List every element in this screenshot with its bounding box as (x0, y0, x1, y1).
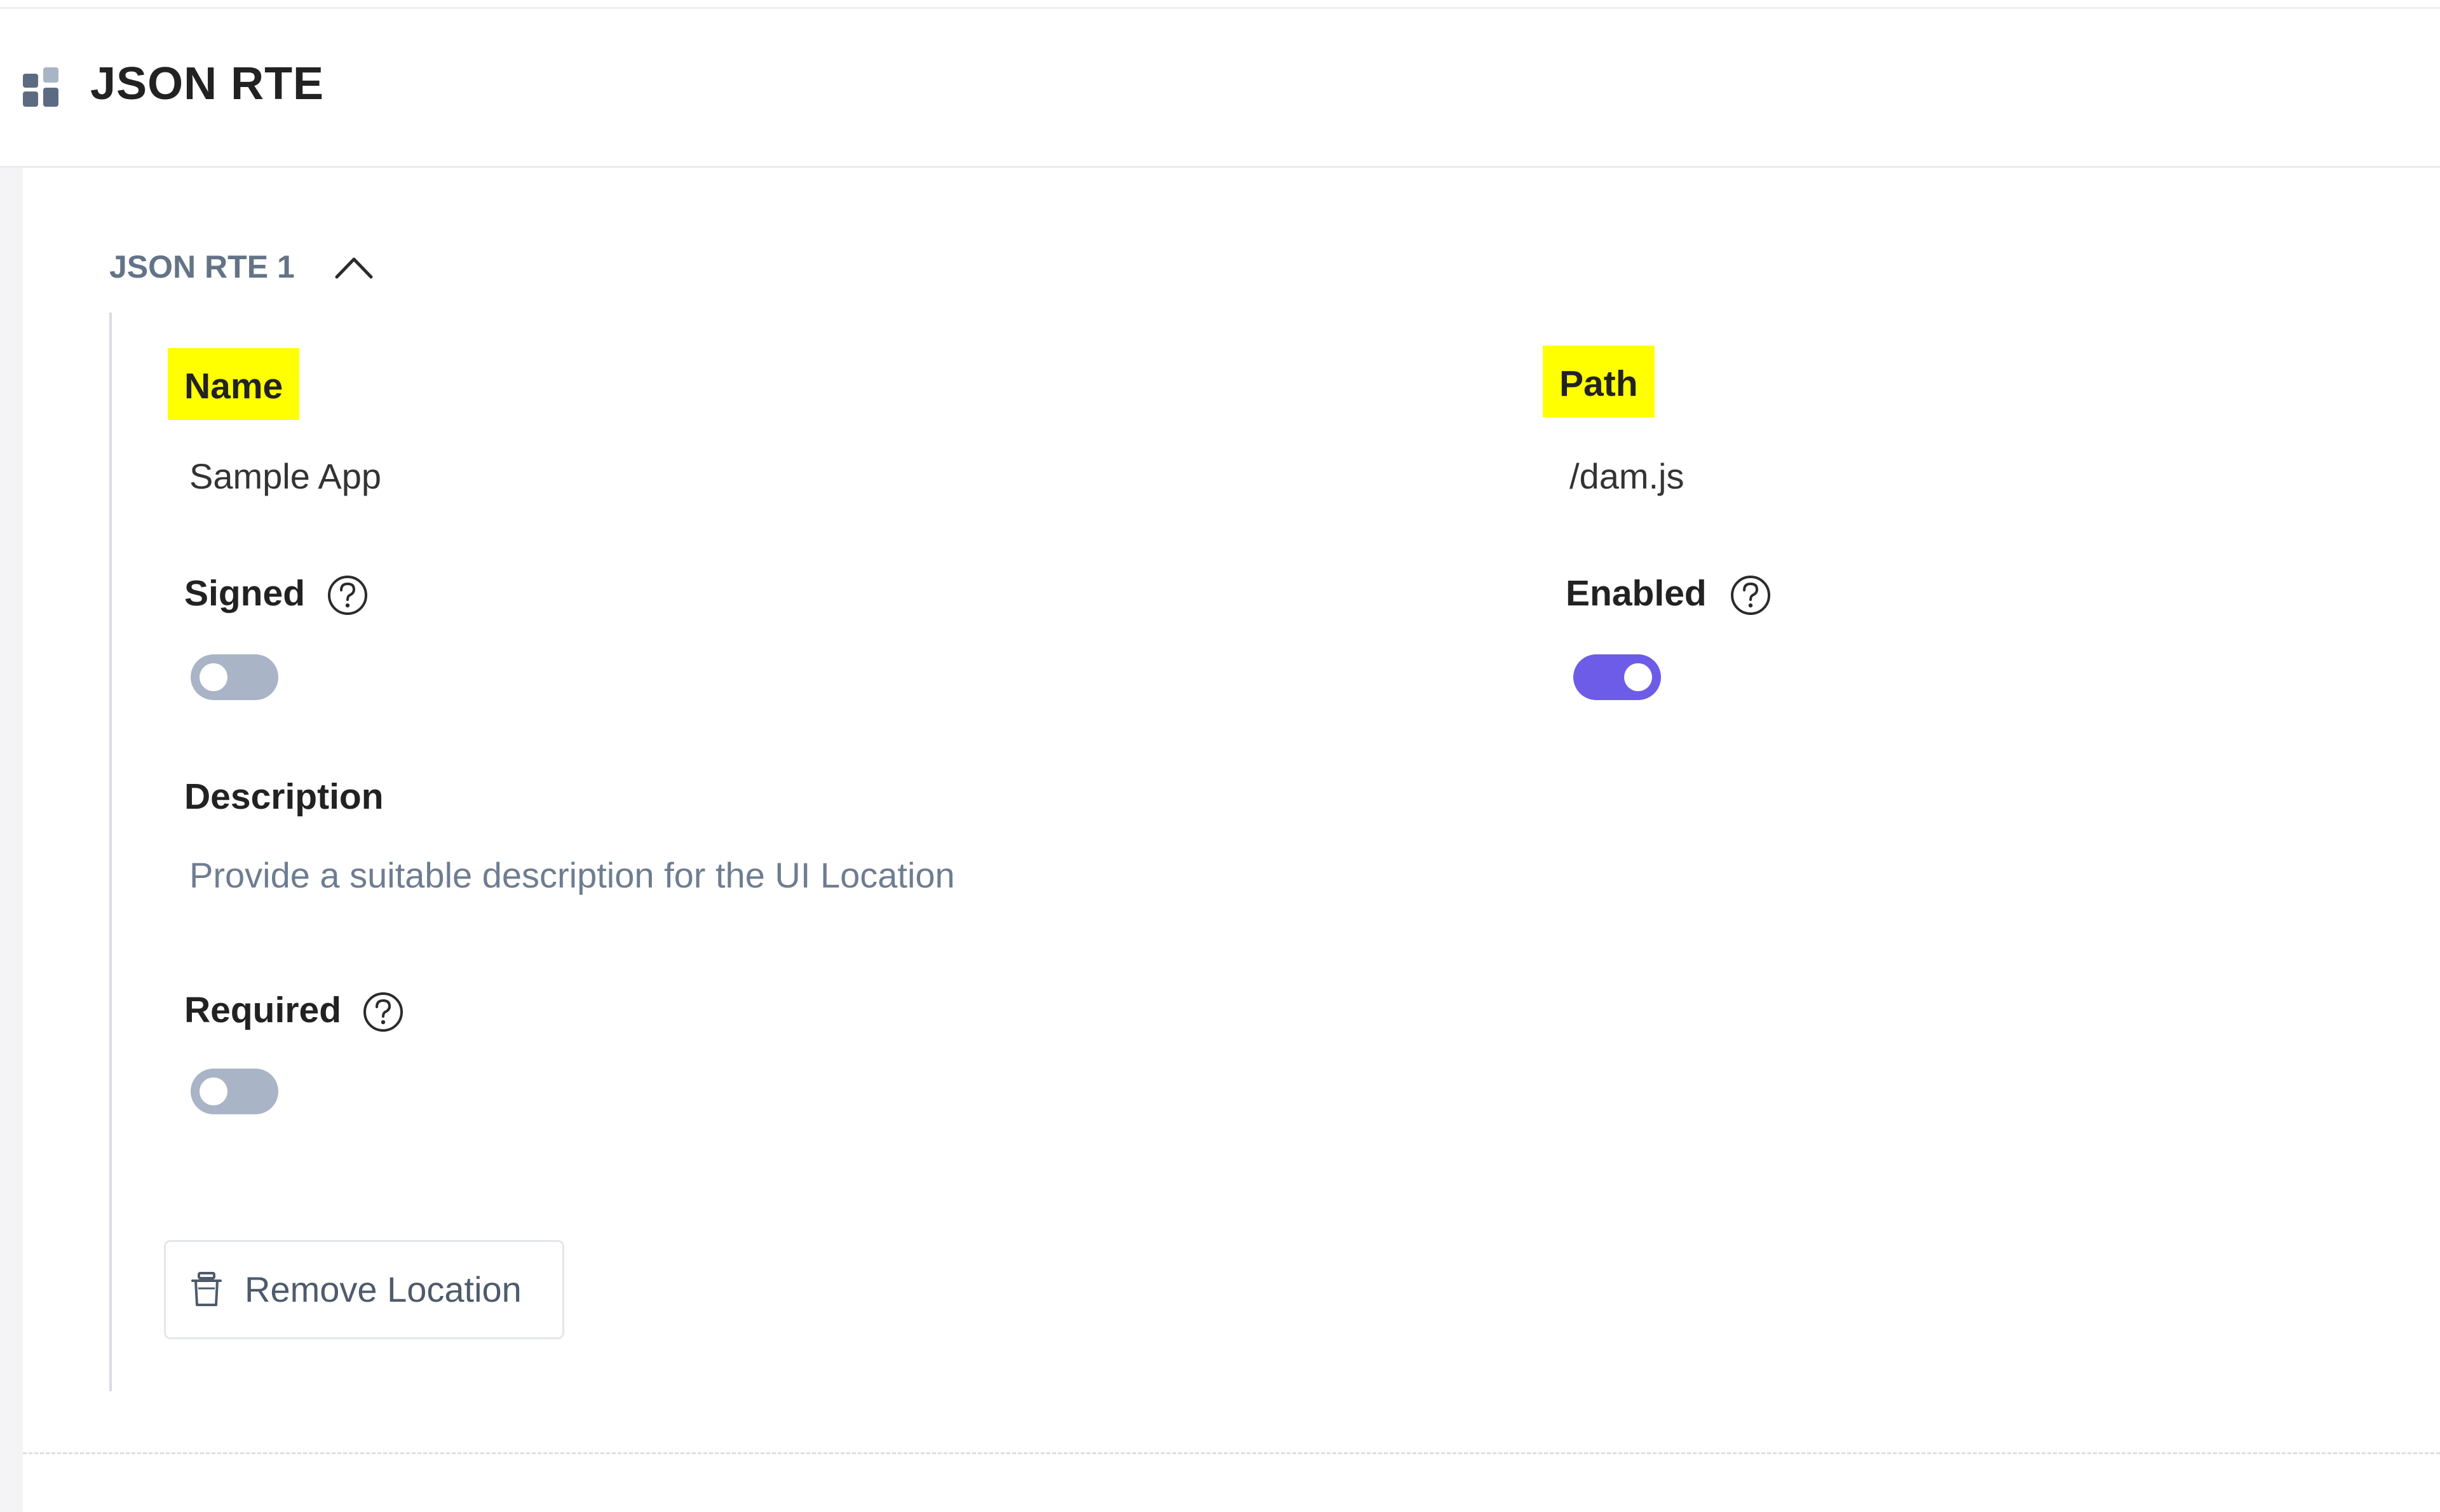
description-input[interactable]: Provide a suitable description for the U… (189, 858, 955, 893)
left-gutter (0, 168, 23, 1512)
path-label: Path (1543, 346, 1655, 417)
location-title: JSON RTE 1 (109, 249, 295, 285)
top-divider (0, 0, 2440, 9)
remove-location-button[interactable]: Remove Location (164, 1240, 564, 1339)
help-circle-icon[interactable] (362, 991, 404, 1033)
remove-location-label: Remove Location (245, 1269, 522, 1309)
page-title: JSON RTE (90, 58, 325, 109)
help-circle-icon[interactable] (1730, 574, 1772, 616)
trash-icon (191, 1272, 222, 1306)
signed-toggle[interactable] (191, 654, 278, 700)
section-divider (23, 1452, 2440, 1454)
location-accordion-header[interactable]: JSON RTE 1 (109, 241, 375, 292)
toggle-knob (1624, 663, 1652, 691)
path-value[interactable]: /dam.js (1569, 459, 1684, 494)
required-label: Required (184, 990, 342, 1030)
description-label: Description (184, 776, 384, 817)
required-toggle[interactable] (191, 1069, 278, 1114)
chevron-up-icon[interactable] (333, 253, 375, 281)
accordion-guide-line (109, 313, 112, 1391)
enabled-label: Enabled (1566, 573, 1707, 614)
name-label: Name (168, 348, 300, 420)
widgets-icon (23, 67, 58, 107)
name-value[interactable]: Sample App (189, 459, 381, 494)
page-header: JSON RTE (0, 9, 2440, 168)
help-circle-icon[interactable] (327, 574, 369, 616)
toggle-knob (200, 1077, 227, 1105)
toggle-knob (200, 663, 227, 691)
enabled-toggle[interactable] (1573, 654, 1661, 700)
signed-label: Signed (184, 573, 306, 614)
